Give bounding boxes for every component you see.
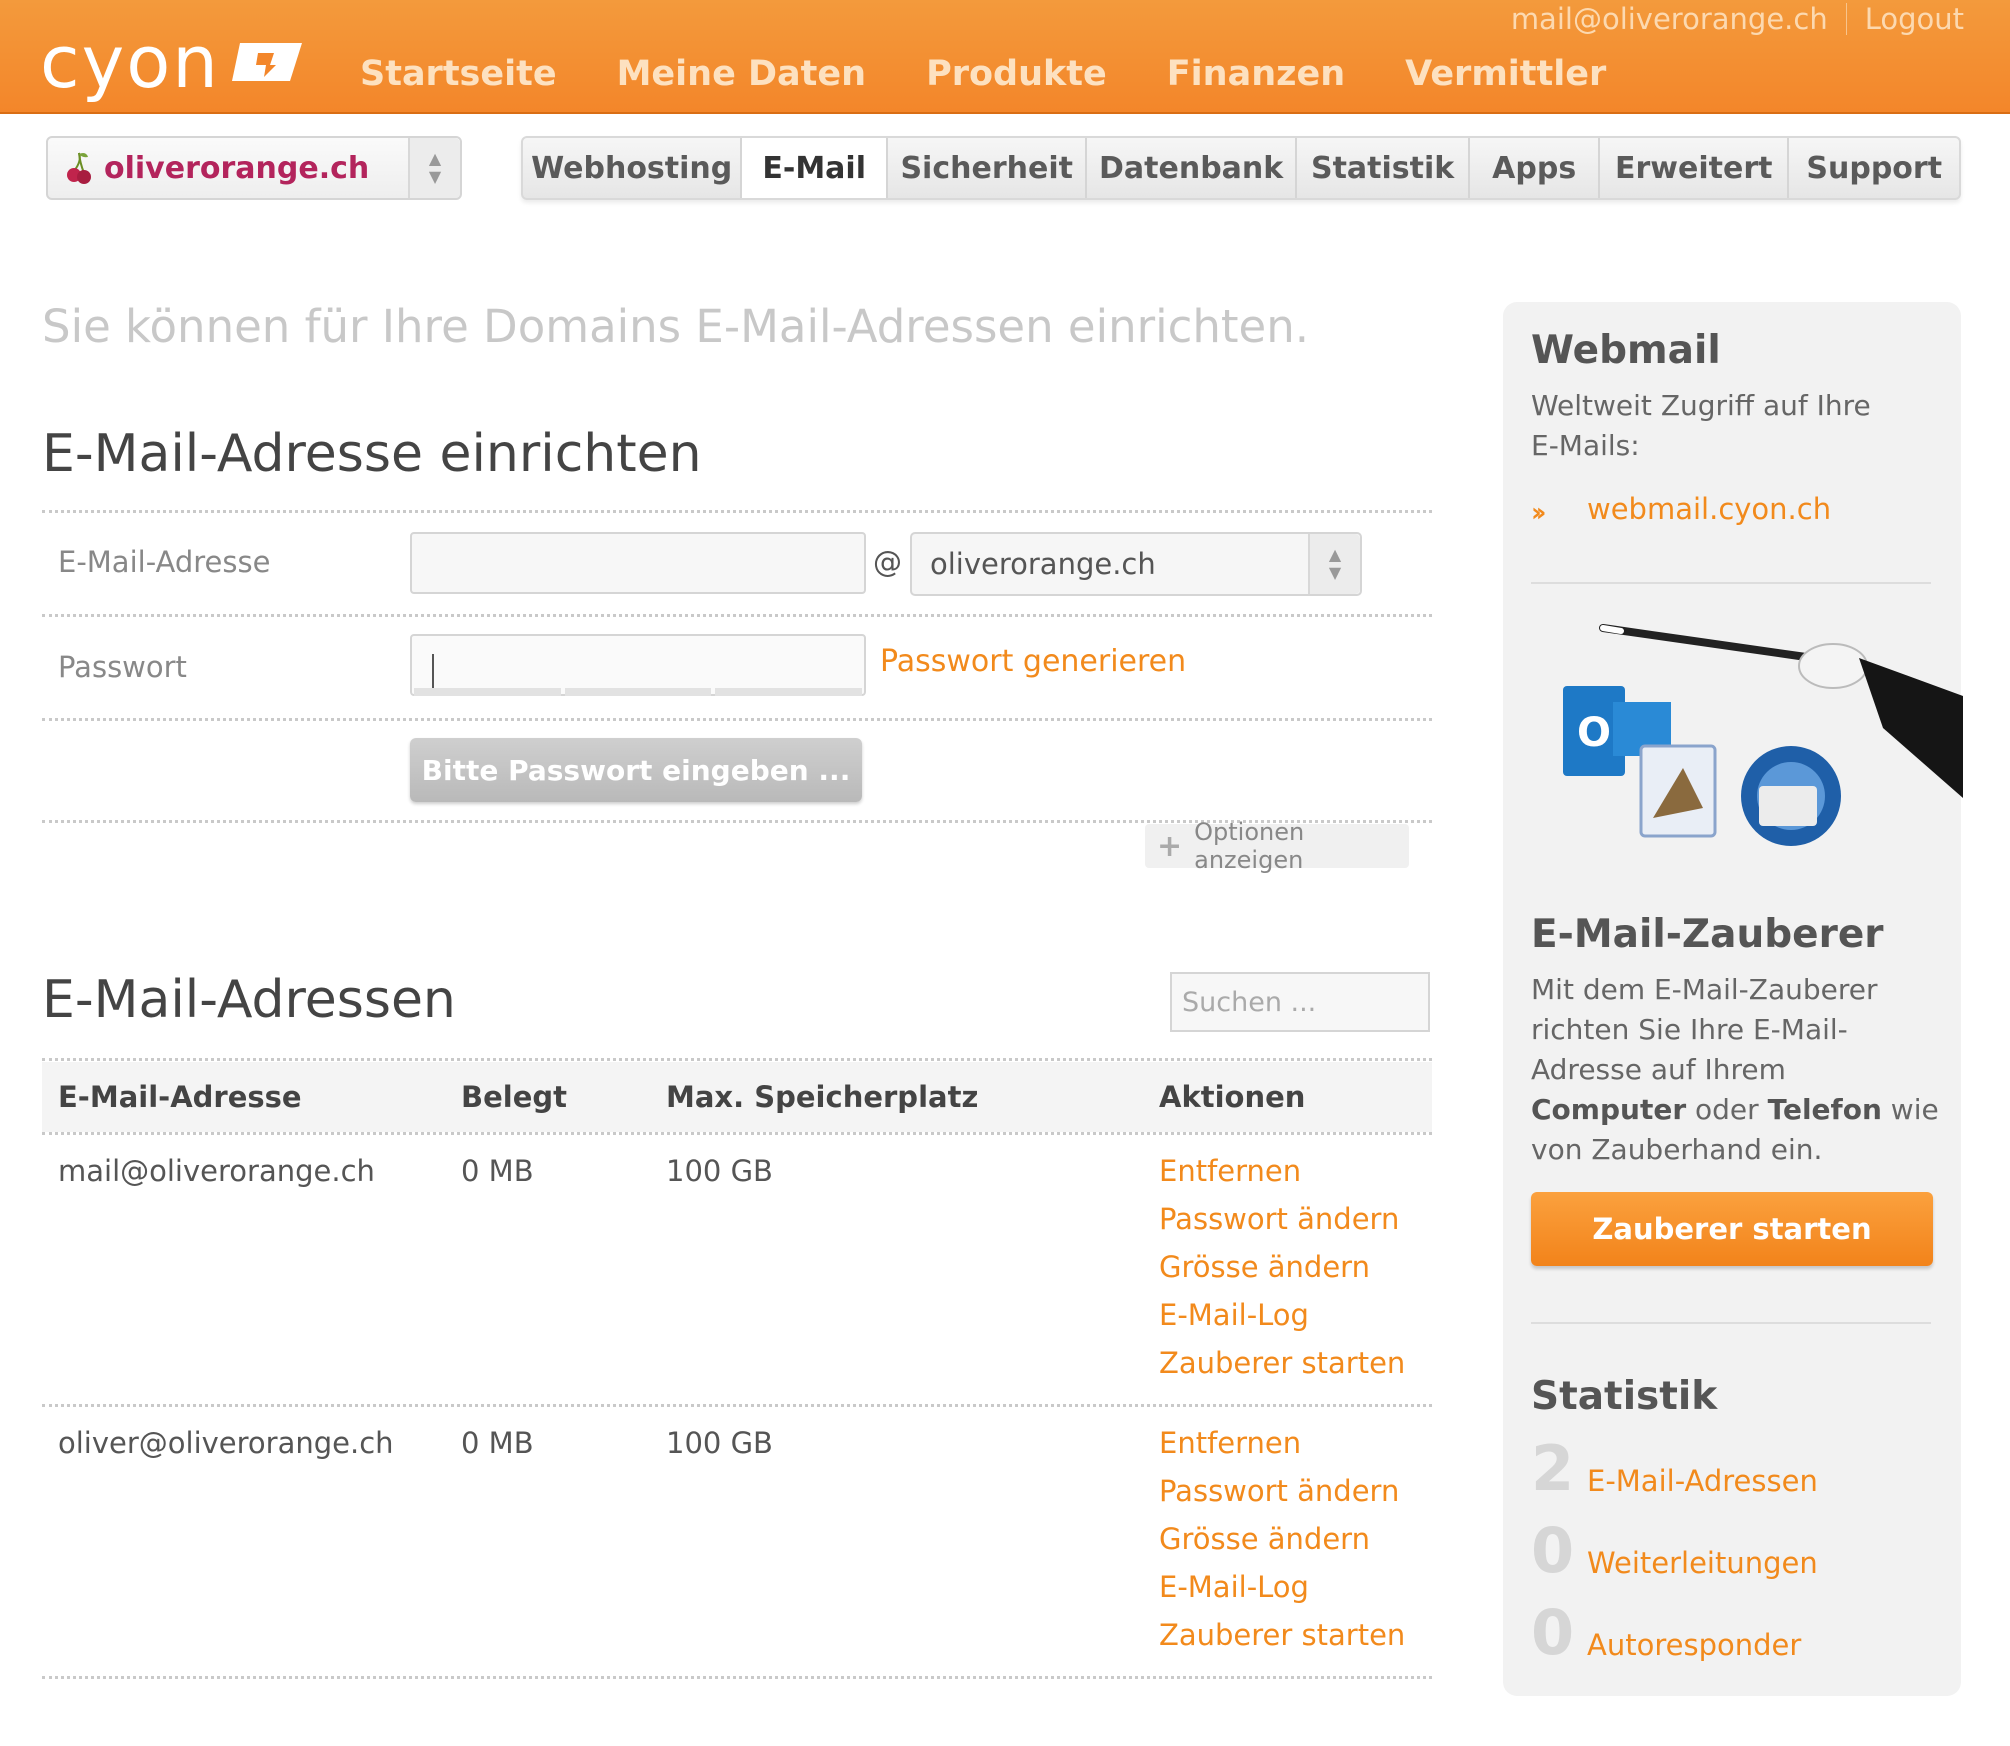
stat-count-autoresponder: 0 — [1531, 1596, 1575, 1669]
column-max-storage: Max. Speicherplatz — [666, 1080, 979, 1114]
wizard-text: Mit dem E-Mail-Zauberer richten Sie Ihre… — [1531, 973, 1939, 1166]
action-remove[interactable]: Entfernen — [1159, 1154, 1301, 1188]
logo-text: cyon — [40, 20, 220, 104]
email-address-link[interactable]: oliver@oliverorange.ch — [58, 1426, 394, 1460]
tab-apps[interactable]: Apps — [1470, 138, 1600, 198]
stats-title: Statistik — [1531, 1374, 1718, 1419]
search-input[interactable]: Suchen ... — [1170, 972, 1430, 1032]
text-cursor — [432, 654, 434, 688]
domain-select[interactable]: oliverorange.ch ▲ ▼ — [46, 136, 462, 200]
nav-startseite[interactable]: Startseite — [360, 54, 557, 94]
divider — [42, 718, 1432, 721]
select-arrows-icon: ▲ ▼ — [1308, 534, 1360, 594]
sidebar-divider — [1531, 582, 1931, 584]
start-wizard-button[interactable]: Zauberer starten — [1531, 1192, 1933, 1266]
tab-sicherheit[interactable]: Sicherheit — [888, 138, 1088, 198]
max-storage-value: 100 GB — [666, 1154, 773, 1188]
user-nav: mail@oliverorange.ch Logout — [1511, 2, 1964, 36]
section-tabs: Webhosting E-Mail Sicherheit Datenbank S… — [521, 136, 1961, 200]
main-nav: Startseite Meine Daten Produkte Finanzen… — [360, 54, 1666, 94]
password-input[interactable] — [410, 634, 866, 696]
action-change-password[interactable]: Passwort ändern — [1159, 1474, 1399, 1508]
tab-datenbank[interactable]: Datenbank — [1087, 138, 1297, 198]
stat-link-autoresponder[interactable]: Autoresponder — [1587, 1628, 1801, 1662]
user-email-link[interactable]: mail@oliverorange.ch — [1511, 2, 1828, 36]
max-storage-value: 100 GB — [666, 1426, 773, 1460]
tab-statistik[interactable]: Statistik — [1297, 138, 1471, 198]
email-field-label: E-Mail-Adresse — [58, 545, 271, 579]
svg-text:O: O — [1577, 710, 1611, 756]
at-sign: @ — [873, 545, 902, 579]
show-options-button[interactable]: + Optionen anzeigen — [1145, 818, 1409, 874]
cherry-icon — [67, 152, 91, 184]
cyon-logo[interactable]: cyon — [40, 22, 306, 102]
stat-link-forwards[interactable]: Weiterleitungen — [1587, 1546, 1818, 1580]
action-change-size[interactable]: Grösse ändern — [1159, 1250, 1370, 1284]
webmail-title: Webmail — [1531, 328, 1721, 373]
tab-email[interactable]: E-Mail — [742, 138, 888, 198]
divider — [42, 1676, 1432, 1679]
stat-count-email: 2 — [1531, 1432, 1575, 1505]
divider — [42, 1058, 1432, 1061]
wizard-title: E-Mail-Zauberer — [1531, 912, 1884, 957]
action-start-wizard[interactable]: Zauberer starten — [1159, 1346, 1405, 1380]
tab-webhosting[interactable]: Webhosting — [523, 138, 743, 198]
domain-select-value: oliverorange.ch — [104, 150, 370, 186]
stat-count-forwards: 0 — [1531, 1514, 1575, 1587]
password-field-label: Passwort — [58, 650, 187, 684]
mail-apps-illustration: O — [1563, 624, 1963, 846]
action-email-log[interactable]: E-Mail-Log — [1159, 1298, 1309, 1332]
tab-erweitert[interactable]: Erweitert — [1600, 138, 1790, 198]
used-value: 0 MB — [461, 1426, 534, 1460]
divider — [42, 1404, 1432, 1407]
webmail-text: Weltweit Zugriff auf Ihre E-Mails: — [1531, 389, 1871, 462]
nav-meine-daten[interactable]: Meine Daten — [617, 54, 866, 94]
show-options-label: Optionen anzeigen — [1194, 818, 1305, 874]
divider — [42, 614, 1432, 617]
action-start-wizard[interactable]: Zauberer starten — [1159, 1618, 1405, 1652]
action-change-size[interactable]: Grösse ändern — [1159, 1522, 1370, 1556]
plus-icon: + — [1157, 828, 1183, 864]
nav-vermittler[interactable]: Vermittler — [1405, 54, 1606, 94]
nav-finanzen[interactable]: Finanzen — [1167, 54, 1345, 94]
email-domain-select[interactable]: oliverorange.ch ▲ ▼ — [910, 532, 1362, 596]
email-domain-value: oliverorange.ch — [930, 547, 1156, 581]
list-section-title: E-Mail-Adressen — [42, 970, 456, 1030]
logout-link[interactable]: Logout — [1865, 2, 1964, 36]
divider — [42, 1132, 1432, 1135]
email-address-link[interactable]: mail@oliverorange.ch — [58, 1154, 375, 1188]
used-value: 0 MB — [461, 1154, 534, 1188]
intro-text: Sie können für Ihre Domains E-Mail-Adres… — [42, 300, 1310, 353]
password-strength-meter — [412, 688, 864, 696]
action-remove[interactable]: Entfernen — [1159, 1426, 1301, 1460]
user-nav-divider — [1845, 3, 1847, 35]
action-change-password[interactable]: Passwort ändern — [1159, 1202, 1399, 1236]
nav-produkte[interactable]: Produkte — [926, 54, 1107, 94]
create-email-button[interactable]: Bitte Passwort eingeben ... — [410, 738, 862, 802]
sidebar-divider — [1531, 1322, 1931, 1324]
top-bar: cyon Startseite Meine Daten Produkte Fin… — [0, 0, 2010, 114]
create-section-title: E-Mail-Adresse einrichten — [42, 424, 702, 484]
stat-link-email-addresses[interactable]: E-Mail-Adressen — [1587, 1464, 1818, 1498]
divider — [42, 510, 1432, 513]
double-chevron-icon: ›› — [1531, 498, 1547, 528]
action-email-log[interactable]: E-Mail-Log — [1159, 1570, 1309, 1604]
webmail-link[interactable]: webmail.cyon.ch — [1587, 492, 1831, 526]
generate-password-link[interactable]: Passwort generieren — [880, 644, 1186, 679]
tab-support[interactable]: Support — [1789, 138, 1959, 198]
column-email: E-Mail-Adresse — [58, 1080, 302, 1114]
email-local-part-input[interactable] — [410, 532, 866, 594]
sidebar: Webmail Weltweit Zugriff auf Ihre E-Mail… — [1503, 302, 1963, 1696]
select-arrows-icon: ▲ ▼ — [408, 138, 460, 198]
column-used: Belegt — [461, 1080, 568, 1114]
search-placeholder: Suchen ... — [1182, 986, 1317, 1018]
cyon-logo-mark-icon — [231, 43, 302, 81]
column-actions: Aktionen — [1159, 1080, 1306, 1114]
